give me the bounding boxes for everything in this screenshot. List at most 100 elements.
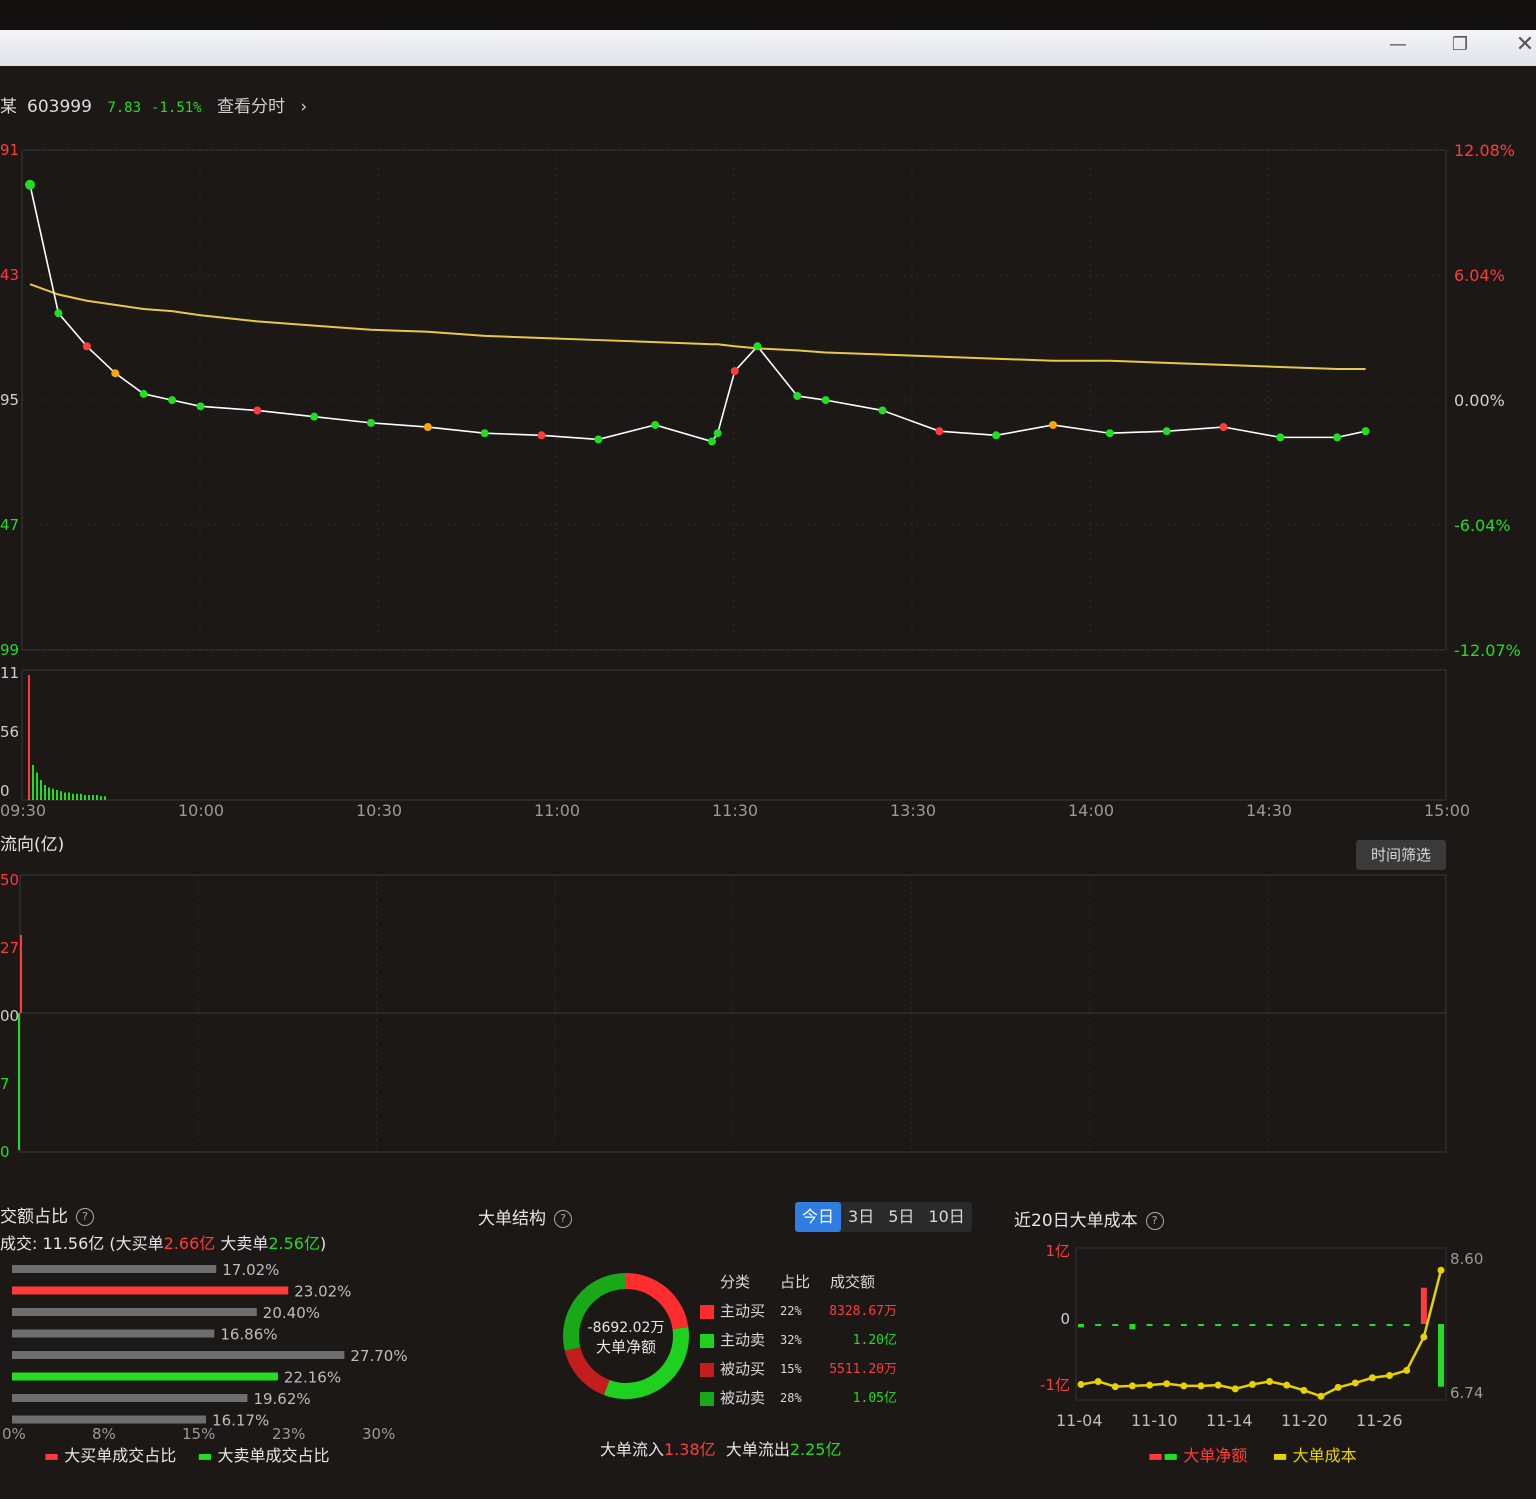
time-filter-button[interactable]: 时间筛选 [1356, 840, 1446, 870]
cost-point [1300, 1386, 1308, 1394]
volume-bar [76, 793, 78, 800]
ratio-bar-label: 22.16% [284, 1369, 341, 1387]
period-tabs: 今日 3日 5日 10日 [795, 1202, 972, 1232]
volume-bar [72, 793, 74, 800]
left-axis-tick: 11 [0, 664, 19, 682]
tab-5d[interactable]: 5日 [881, 1202, 921, 1232]
donut-center-label: 大单净额 [596, 1338, 656, 1356]
ratio-bar-label: 27.70% [350, 1347, 407, 1365]
ratio-bar [12, 1415, 207, 1424]
cost-point [1231, 1385, 1239, 1393]
left-axis-tick: 99 [0, 641, 19, 659]
cost-point [1128, 1382, 1136, 1390]
stock-code: 603999 [27, 97, 92, 117]
row-pct: 22% [780, 1304, 802, 1318]
price-point [54, 309, 63, 318]
price-point [821, 396, 830, 405]
tab-10d[interactable]: 10日 [921, 1202, 971, 1232]
table-row: 主动卖 32% 1.20亿 [700, 1326, 897, 1355]
window-titlebar [0, 30, 1536, 66]
cost-point [1146, 1381, 1154, 1389]
x-axis-tick: 15% [182, 1425, 215, 1443]
volume-bar [44, 785, 46, 800]
help-icon[interactable]: ? [76, 1208, 94, 1226]
restore-icon[interactable]: ❐ [1440, 30, 1480, 60]
volume-bar [80, 793, 82, 800]
net-bar [1095, 1324, 1102, 1326]
cost-point [1248, 1380, 1256, 1388]
turnover-ratio-title: 交额占比? [0, 1202, 94, 1227]
avg-price-line [29, 283, 1366, 371]
cost-20d-title-text: 近20日大单成本 [1014, 1211, 1138, 1231]
net-bar [1300, 1324, 1307, 1326]
price-point [82, 342, 91, 351]
summary-prefix: 成交: 11.56亿 (大买单 [0, 1234, 164, 1253]
summary-mid: 大卖单 [215, 1234, 269, 1253]
chevron-right-icon: › [300, 97, 308, 117]
ratio-bar [12, 1372, 278, 1381]
view-timeshare-link[interactable]: 查看分时 › [217, 97, 317, 117]
close-icon[interactable]: ✕ [1505, 30, 1536, 60]
legend-sell-label: 大卖单成交占比 [217, 1446, 330, 1465]
volume-bar [64, 792, 66, 800]
price-point [878, 406, 887, 415]
right-axis-tick: 12.08% [1454, 141, 1515, 160]
volume-bar [40, 780, 42, 800]
table-row: 被动买 15% 5511.20万 [700, 1355, 897, 1384]
legend-net-label: 大单净额 [1183, 1446, 1248, 1465]
help-icon[interactable]: ? [1145, 1212, 1164, 1230]
price-point [1333, 433, 1342, 442]
fund-flow-chart[interactable]: 50 27 00 7 0 [0, 870, 1536, 1160]
x-axis-tick: 23% [272, 1425, 305, 1443]
legend-buy-label: 大买单成交占比 [64, 1446, 177, 1465]
fund-flow-title-text: 流向(亿) [0, 835, 65, 855]
price-point [480, 429, 489, 438]
cost-point [1317, 1392, 1325, 1400]
ratio-bar [12, 1394, 248, 1402]
net-bar [1420, 1287, 1427, 1324]
left-axis-tick: 95 [0, 391, 19, 409]
x-axis-tick: 11-10 [1131, 1411, 1178, 1430]
right-axis-tick: 6.74 [1450, 1384, 1483, 1402]
row-amount: 5511.20万 [829, 1362, 897, 1377]
minimize-icon[interactable]: — [1378, 30, 1418, 60]
net-bar [1078, 1324, 1084, 1328]
price-point [111, 369, 120, 378]
volume-bar [84, 795, 86, 800]
left-axis-tick: 1亿 [1045, 1242, 1070, 1260]
turnover-ratio-chart: 17.02% 23.02% 20.40% 16.86% 27.70% 22.16% 19.6… [2, 1261, 408, 1443]
ratio-bar [12, 1351, 345, 1359]
row-category: 主动买 [720, 1302, 766, 1320]
volume-bar [92, 795, 94, 800]
ratio-bar-label: 16.86% [220, 1326, 277, 1344]
header-category: 分类 [720, 1273, 751, 1291]
intraday-price-chart[interactable]: 12.08% 6.04% 0.00% -6.04% -12.07% 91 43 95 47 99 [0, 135, 1536, 675]
row-pct: 32% [780, 1333, 802, 1347]
help-icon[interactable]: ? [554, 1210, 572, 1228]
ratio-bar [12, 1329, 215, 1338]
cost-point [1077, 1380, 1085, 1388]
price-point [935, 427, 944, 436]
cost-point [1283, 1381, 1291, 1389]
green-square-icon [700, 1391, 714, 1406]
net-bar [1129, 1324, 1136, 1330]
inflow-label: 大单流入 [600, 1440, 665, 1459]
tab-today[interactable]: 今日 [795, 1202, 842, 1232]
net-bar [1386, 1324, 1393, 1326]
stock-header: 某 603999 7.83 -1.51% 查看分时 › [0, 92, 327, 120]
cost-point [1334, 1383, 1342, 1391]
summary-suffix: ) [320, 1234, 327, 1253]
legend-cost-swatch: ▬ [1272, 1446, 1288, 1465]
tab-3d[interactable]: 3日 [841, 1202, 881, 1232]
price-point [1219, 423, 1228, 432]
right-axis-tick: -6.04% [1454, 516, 1511, 535]
legend-net-swatch: ▬ [1148, 1446, 1164, 1465]
stock-change: -1.51% [151, 100, 202, 116]
price-point [423, 423, 432, 432]
net-bar [1318, 1324, 1324, 1326]
stock-name: 某 [0, 97, 17, 117]
volume-bar [56, 790, 58, 800]
volume-bar [52, 788, 54, 800]
intraday-volume-chart[interactable]: 11 56 009:30 10:00 10:30 11:00 11:30 13:30 14:00… [0, 660, 1536, 825]
row-pct: 15% [780, 1362, 802, 1376]
